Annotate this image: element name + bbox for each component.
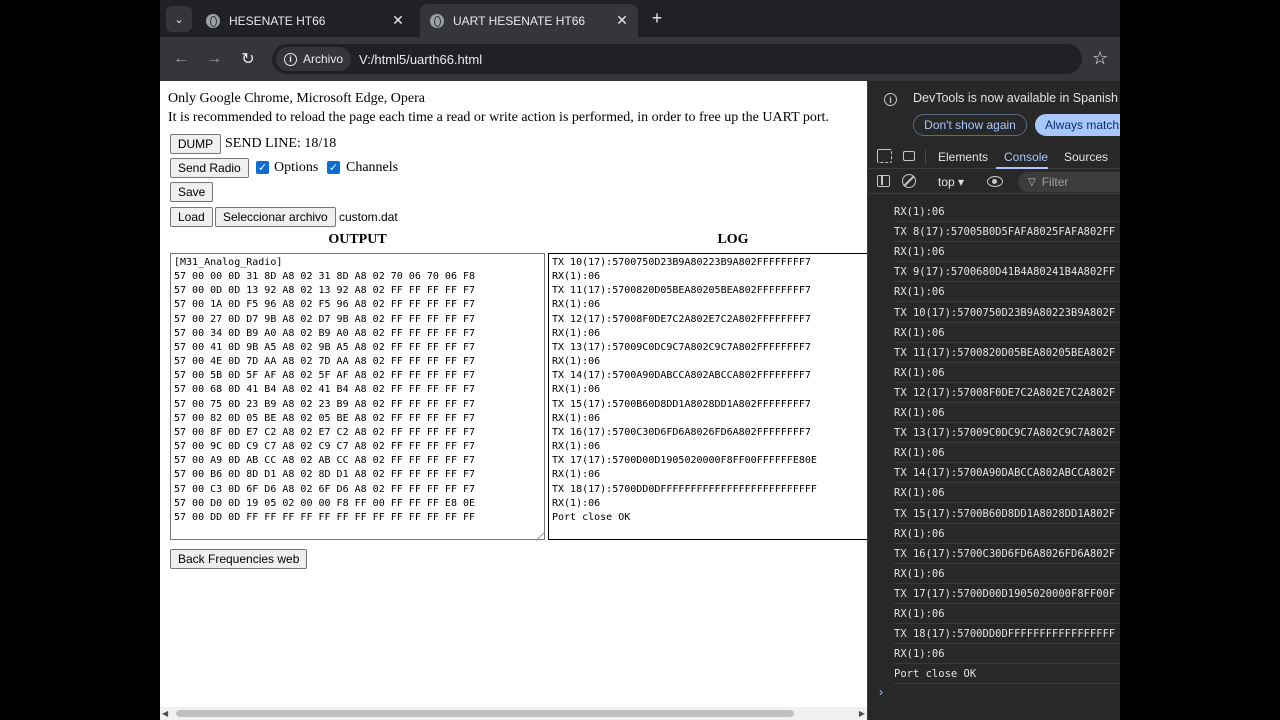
console-message: RX(1):06 <box>894 443 1120 464</box>
console-message: Port close OK <box>894 664 1120 685</box>
console-message: TX 9(17):5700680D41B4A80241B4A802FF <box>894 262 1120 283</box>
info-icon: i <box>284 52 297 66</box>
live-expression-eye-icon[interactable] <box>987 176 1003 187</box>
close-icon[interactable]: ✕ <box>612 12 632 29</box>
tab-elements[interactable]: Elements <box>938 150 988 164</box>
output-textarea[interactable]: [M31_Analog_Radio] 57 00 00 0D 31 8D A8 … <box>170 253 545 540</box>
options-checkbox[interactable]: ✓ <box>256 161 269 174</box>
tab-strip: ⌄ HESENATE HT66 ✕ UART HESENATE HT66 ✕ + <box>160 0 1120 37</box>
resize-handle-icon[interactable] <box>536 532 545 541</box>
console-message: RX(1):06 <box>894 644 1120 665</box>
url-text[interactable]: V:/html5/uarth66.html <box>359 52 482 67</box>
console-messages: RX(1):06 TX 8(17):57005B0D5FAFA8025FAFA80… <box>868 195 1120 695</box>
context-selector[interactable]: top ▾ <box>938 175 964 189</box>
select-file-button[interactable]: Seleccionar archivo <box>215 207 336 227</box>
console-message: TX 17(17):5700D00D1905020000F8FF00F <box>894 584 1120 604</box>
tab-hesenate[interactable]: HESENATE HT66 ✕ <box>196 4 414 37</box>
console-message: RX(1):06 <box>894 323 1120 343</box>
clear-console-icon[interactable] <box>902 174 916 188</box>
channels-label: Channels <box>346 160 399 175</box>
site-info-chip[interactable]: i Archivo <box>276 47 352 71</box>
console-message: TX 14(17):5700A90DABCCA802ABCCA802F <box>894 463 1120 484</box>
console-message: RX(1):06 <box>894 242 1120 263</box>
save-button[interactable]: Save <box>170 182 214 202</box>
back-arrow-icon[interactable]: ← <box>169 47 193 71</box>
page-content: Only Google Chrome, Microsoft Edge, Oper… <box>160 81 878 720</box>
console-message: RX(1):06 <box>894 282 1120 303</box>
tab-title: HESENATE HT66 <box>229 13 326 28</box>
log-header: LOG <box>717 232 749 247</box>
options-label: Options <box>274 160 319 175</box>
console-message: RX(1):06 <box>894 564 1120 584</box>
console-message: RX(1):06 <box>894 524 1120 544</box>
bookmark-star-icon[interactable]: ☆ <box>1092 48 1108 69</box>
inspect-element-icon[interactable] <box>877 149 892 163</box>
scroll-right-icon[interactable]: ▶ <box>859 709 865 718</box>
output-header: OUTPUT <box>328 232 387 247</box>
console-message: RX(1):06 <box>894 604 1120 624</box>
globe-icon <box>430 13 444 28</box>
globe-icon <box>206 13 220 28</box>
console-message: TX 8(17):57005B0D5FAFA8025FAFA802FF <box>894 222 1120 243</box>
console-message: TX 15(17):5700B60D8DD1A8028DD1A802F <box>894 504 1120 524</box>
console-message: RX(1):06 <box>894 202 1120 222</box>
console-message: TX 12(17):57008F0DE7C2A802E7C2A802F <box>894 383 1120 403</box>
toolbar: ← → ↻ i Archivo V:/html5/uarth66.html ☆ <box>160 37 1120 81</box>
chevron-down-icon: ⌄ <box>174 13 184 26</box>
console-message: TX 16(17):5700C30D6FD6A8026FD6A802F <box>894 544 1120 564</box>
forward-arrow-icon[interactable]: → <box>202 47 226 71</box>
console-message: RX(1):06 <box>894 403 1120 423</box>
dump-button[interactable]: DUMP <box>170 134 221 154</box>
info-icon: i <box>884 93 897 106</box>
devtools-tab-bar: Elements Console Sources <box>868 145 1120 169</box>
console-filter-input[interactable]: ▽ Filter <box>1018 172 1120 192</box>
new-tab-button[interactable]: + <box>646 7 668 29</box>
scrollbar-thumb[interactable] <box>176 710 794 717</box>
console-toolbar: top ▾ ▽ Filter <box>868 170 1120 194</box>
browser-window: ⌄ HESENATE HT66 ✕ UART HESENATE HT66 ✕ +… <box>160 0 1120 720</box>
browser-support-note: Only Google Chrome, Microsoft Edge, Oper… <box>168 91 425 106</box>
console-message: TX 18(17):5700DD0DFFFFFFFFFFFFFFFFF <box>894 624 1120 645</box>
tab-title: UART HESENATE HT66 <box>453 13 586 28</box>
selected-file-name: custom.dat <box>339 210 398 224</box>
console-message: TX 10(17):5700750D23B9A80223B9A802F <box>894 303 1120 323</box>
active-tab-indicator <box>996 167 1048 169</box>
reload-icon[interactable]: ↻ <box>236 47 260 71</box>
console-message: RX(1):06 <box>894 483 1120 504</box>
address-bar[interactable]: i Archivo V:/html5/uarth66.html <box>272 44 1082 74</box>
site-chip-label: Archivo <box>303 52 344 66</box>
load-button[interactable]: Load <box>170 207 213 227</box>
send-line-status: SEND LINE: 18/18 <box>225 136 337 151</box>
device-toolbar-icon[interactable] <box>903 151 915 161</box>
log-panel: TX 10(17):5700750D23B9A80223B9A802FFFFFF… <box>548 253 878 540</box>
tab-console[interactable]: Console <box>1004 150 1048 164</box>
console-message: RX(1):06 <box>894 363 1120 383</box>
tab-uart-hesenate[interactable]: UART HESENATE HT66 ✕ <box>420 4 638 37</box>
always-match-button[interactable]: Always match C <box>1035 114 1120 136</box>
toolbar-divider <box>925 150 926 164</box>
console-prompt-chevron-icon[interactable]: › <box>879 685 883 699</box>
sidebar-toggle-icon[interactable] <box>877 175 890 187</box>
banner-text: DevTools is now available in Spanish <box>913 91 1118 105</box>
dont-show-again-button[interactable]: Don't show again <box>913 114 1027 136</box>
horizontal-scrollbar[interactable]: ◀ ▶ <box>160 707 867 720</box>
tab-sources[interactable]: Sources <box>1064 150 1108 164</box>
channels-checkbox[interactable]: ✓ <box>327 161 340 174</box>
close-icon[interactable]: ✕ <box>388 12 408 29</box>
console-message: TX 13(17):57009C0DC9C7A802C9C7A802F <box>894 423 1120 444</box>
tab-search-button[interactable]: ⌄ <box>166 6 192 32</box>
filter-icon: ▽ <box>1028 176 1036 188</box>
console-message: TX 11(17):5700820D05BEA80205BEA802F <box>894 343 1120 363</box>
back-frequencies-button[interactable]: Back Frequencies web <box>170 549 308 569</box>
scroll-left-icon[interactable]: ◀ <box>162 709 168 718</box>
devtools-panel: i DevTools is now available in Spanish D… <box>867 81 1120 720</box>
send-radio-button[interactable]: Send Radio <box>170 158 249 178</box>
devtools-language-banner: i DevTools is now available in Spanish D… <box>868 81 1120 141</box>
filter-placeholder: Filter <box>1041 175 1069 189</box>
screen: ⌄ HESENATE HT66 ✕ UART HESENATE HT66 ✕ +… <box>0 0 1280 720</box>
reload-recommendation: It is recommended to reload the page eac… <box>168 110 829 125</box>
